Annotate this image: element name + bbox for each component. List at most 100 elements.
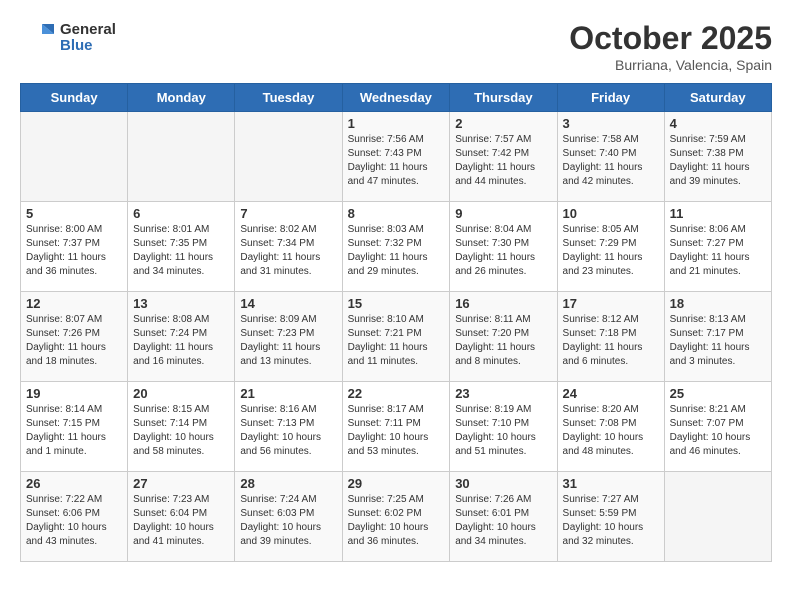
subtitle: Burriana, Valencia, Spain xyxy=(569,57,772,73)
day-header-tuesday: Tuesday xyxy=(235,84,342,112)
week-row-5: 26 Sunrise: 7:22 AM Sunset: 6:06 PM Dayli… xyxy=(21,472,772,562)
day-cell: 8Sunrise: 8:03 AM Sunset: 7:32 PM Daylig… xyxy=(342,202,450,292)
day-number: 19 xyxy=(26,386,122,401)
day-cell xyxy=(128,112,235,202)
day-cell: 2 Sunrise: 7:57 AM Sunset: 7:42 PM Daylig… xyxy=(450,112,557,202)
day-number: 10 xyxy=(563,206,659,221)
week-row-3: 12Sunrise: 8:07 AM Sunset: 7:26 PM Dayli… xyxy=(21,292,772,382)
day-cell: 4 Sunrise: 7:59 AM Sunset: 7:38 PM Daylig… xyxy=(664,112,771,202)
day-detail: Sunrise: 7:57 AM Sunset: 7:42 PM Dayligh… xyxy=(455,133,551,189)
day-cell: 29 Sunrise: 7:25 AM Sunset: 6:02 PM Dayli… xyxy=(342,472,450,562)
week-row-2: 5 Sunrise: 8:00 AM Sunset: 7:37 PM Daylig… xyxy=(21,202,772,292)
day-detail: Sunrise: 8:03 AM Sunset: 7:32 PM Dayligh… xyxy=(348,223,445,279)
day-cell: 28 Sunrise: 7:24 AM Sunset: 6:03 PM Dayli… xyxy=(235,472,342,562)
day-cell: 3 Sunrise: 7:58 AM Sunset: 7:40 PM Daylig… xyxy=(557,112,664,202)
week-row-4: 19 Sunrise: 8:14 AM Sunset: 7:15 PM Dayli… xyxy=(21,382,772,472)
day-number: 21 xyxy=(240,386,336,401)
day-detail: Sunrise: 7:27 AM Sunset: 5:59 PM Dayligh… xyxy=(563,493,659,549)
calendar-table: SundayMondayTuesdayWednesdayThursdayFrid… xyxy=(20,83,772,562)
day-number: 23 xyxy=(455,386,551,401)
day-detail: Sunrise: 8:20 AM Sunset: 7:08 PM Dayligh… xyxy=(563,403,659,459)
day-number: 15 xyxy=(348,296,445,311)
day-detail: Sunrise: 8:11 AM Sunset: 7:20 PM Dayligh… xyxy=(455,313,551,369)
day-detail: Sunrise: 8:08 AM Sunset: 7:24 PM Dayligh… xyxy=(133,313,229,369)
day-cell xyxy=(664,472,771,562)
day-cell: 5 Sunrise: 8:00 AM Sunset: 7:37 PM Daylig… xyxy=(21,202,128,292)
day-number: 28 xyxy=(240,476,336,491)
day-detail: Sunrise: 7:24 AM Sunset: 6:03 PM Dayligh… xyxy=(240,493,336,549)
day-number: 29 xyxy=(348,476,445,491)
header-row: SundayMondayTuesdayWednesdayThursdayFrid… xyxy=(21,84,772,112)
day-number: 5 xyxy=(26,206,122,221)
day-detail: Sunrise: 7:23 AM Sunset: 6:04 PM Dayligh… xyxy=(133,493,229,549)
day-cell: 31 Sunrise: 7:27 AM Sunset: 5:59 PM Dayli… xyxy=(557,472,664,562)
day-number: 30 xyxy=(455,476,551,491)
day-detail: Sunrise: 7:22 AM Sunset: 6:06 PM Dayligh… xyxy=(26,493,122,549)
day-detail: Sunrise: 8:15 AM Sunset: 7:14 PM Dayligh… xyxy=(133,403,229,459)
week-row-1: 1 Sunrise: 7:56 AM Sunset: 7:43 PM Daylig… xyxy=(21,112,772,202)
day-detail: Sunrise: 8:01 AM Sunset: 7:35 PM Dayligh… xyxy=(133,223,229,279)
day-cell: 22Sunrise: 8:17 AM Sunset: 7:11 PM Dayli… xyxy=(342,382,450,472)
day-header-saturday: Saturday xyxy=(664,84,771,112)
day-number: 1 xyxy=(348,116,445,131)
day-number: 24 xyxy=(563,386,659,401)
day-cell: 21 Sunrise: 8:16 AM Sunset: 7:13 PM Dayli… xyxy=(235,382,342,472)
day-cell: 24 Sunrise: 8:20 AM Sunset: 7:08 PM Dayli… xyxy=(557,382,664,472)
day-number: 6 xyxy=(133,206,229,221)
day-header-friday: Friday xyxy=(557,84,664,112)
day-number: 27 xyxy=(133,476,229,491)
day-detail: Sunrise: 8:00 AM Sunset: 7:37 PM Dayligh… xyxy=(26,223,122,279)
day-cell: 7Sunrise: 8:02 AM Sunset: 7:34 PM Daylig… xyxy=(235,202,342,292)
day-detail: Sunrise: 8:19 AM Sunset: 7:10 PM Dayligh… xyxy=(455,403,551,459)
day-cell: 12Sunrise: 8:07 AM Sunset: 7:26 PM Dayli… xyxy=(21,292,128,382)
day-cell xyxy=(21,112,128,202)
day-number: 3 xyxy=(563,116,659,131)
page-header: General Blue October 2025 Burriana, Vale… xyxy=(20,20,772,73)
day-cell: 9 Sunrise: 8:04 AM Sunset: 7:30 PM Daylig… xyxy=(450,202,557,292)
day-number: 9 xyxy=(455,206,551,221)
day-detail: Sunrise: 7:58 AM Sunset: 7:40 PM Dayligh… xyxy=(563,133,659,189)
day-detail: Sunrise: 7:25 AM Sunset: 6:02 PM Dayligh… xyxy=(348,493,445,549)
day-number: 16 xyxy=(455,296,551,311)
day-number: 2 xyxy=(455,116,551,131)
day-cell: 11Sunrise: 8:06 AM Sunset: 7:27 PM Dayli… xyxy=(664,202,771,292)
day-number: 4 xyxy=(670,116,766,131)
title-block: October 2025 Burriana, Valencia, Spain xyxy=(569,20,772,73)
day-cell: 17 Sunrise: 8:12 AM Sunset: 7:18 PM Dayli… xyxy=(557,292,664,382)
day-detail: Sunrise: 8:02 AM Sunset: 7:34 PM Dayligh… xyxy=(240,223,336,279)
day-detail: Sunrise: 8:05 AM Sunset: 7:29 PM Dayligh… xyxy=(563,223,659,279)
day-header-sunday: Sunday xyxy=(21,84,128,112)
day-number: 14 xyxy=(240,296,336,311)
day-detail: Sunrise: 8:12 AM Sunset: 7:18 PM Dayligh… xyxy=(563,313,659,369)
day-detail: Sunrise: 7:59 AM Sunset: 7:38 PM Dayligh… xyxy=(670,133,766,189)
day-detail: Sunrise: 8:04 AM Sunset: 7:30 PM Dayligh… xyxy=(455,223,551,279)
day-detail: Sunrise: 8:10 AM Sunset: 7:21 PM Dayligh… xyxy=(348,313,445,369)
day-detail: Sunrise: 8:13 AM Sunset: 7:17 PM Dayligh… xyxy=(670,313,766,369)
day-header-monday: Monday xyxy=(128,84,235,112)
day-detail: Sunrise: 8:21 AM Sunset: 7:07 PM Dayligh… xyxy=(670,403,766,459)
day-header-thursday: Thursday xyxy=(450,84,557,112)
day-cell: 23 Sunrise: 8:19 AM Sunset: 7:10 PM Dayli… xyxy=(450,382,557,472)
day-number: 18 xyxy=(670,296,766,311)
day-detail: Sunrise: 7:56 AM Sunset: 7:43 PM Dayligh… xyxy=(348,133,445,189)
month-title: October 2025 xyxy=(569,20,772,57)
day-cell: 13 Sunrise: 8:08 AM Sunset: 7:24 PM Dayli… xyxy=(128,292,235,382)
day-number: 13 xyxy=(133,296,229,311)
day-cell: 15 Sunrise: 8:10 AM Sunset: 7:21 PM Dayli… xyxy=(342,292,450,382)
day-number: 17 xyxy=(563,296,659,311)
day-number: 20 xyxy=(133,386,229,401)
day-header-wednesday: Wednesday xyxy=(342,84,450,112)
day-cell: 1 Sunrise: 7:56 AM Sunset: 7:43 PM Daylig… xyxy=(342,112,450,202)
day-detail: Sunrise: 8:16 AM Sunset: 7:13 PM Dayligh… xyxy=(240,403,336,459)
day-number: 11 xyxy=(670,206,766,221)
day-number: 26 xyxy=(26,476,122,491)
day-cell: 10 Sunrise: 8:05 AM Sunset: 7:29 PM Dayli… xyxy=(557,202,664,292)
day-number: 22 xyxy=(348,386,445,401)
day-detail: Sunrise: 8:14 AM Sunset: 7:15 PM Dayligh… xyxy=(26,403,122,459)
day-number: 25 xyxy=(670,386,766,401)
day-cell: 30Sunrise: 7:26 AM Sunset: 6:01 PM Dayli… xyxy=(450,472,557,562)
day-cell: 26 Sunrise: 7:22 AM Sunset: 6:06 PM Dayli… xyxy=(21,472,128,562)
day-number: 31 xyxy=(563,476,659,491)
day-cell: 6 Sunrise: 8:01 AM Sunset: 7:35 PM Daylig… xyxy=(128,202,235,292)
day-cell: 16 Sunrise: 8:11 AM Sunset: 7:20 PM Dayli… xyxy=(450,292,557,382)
